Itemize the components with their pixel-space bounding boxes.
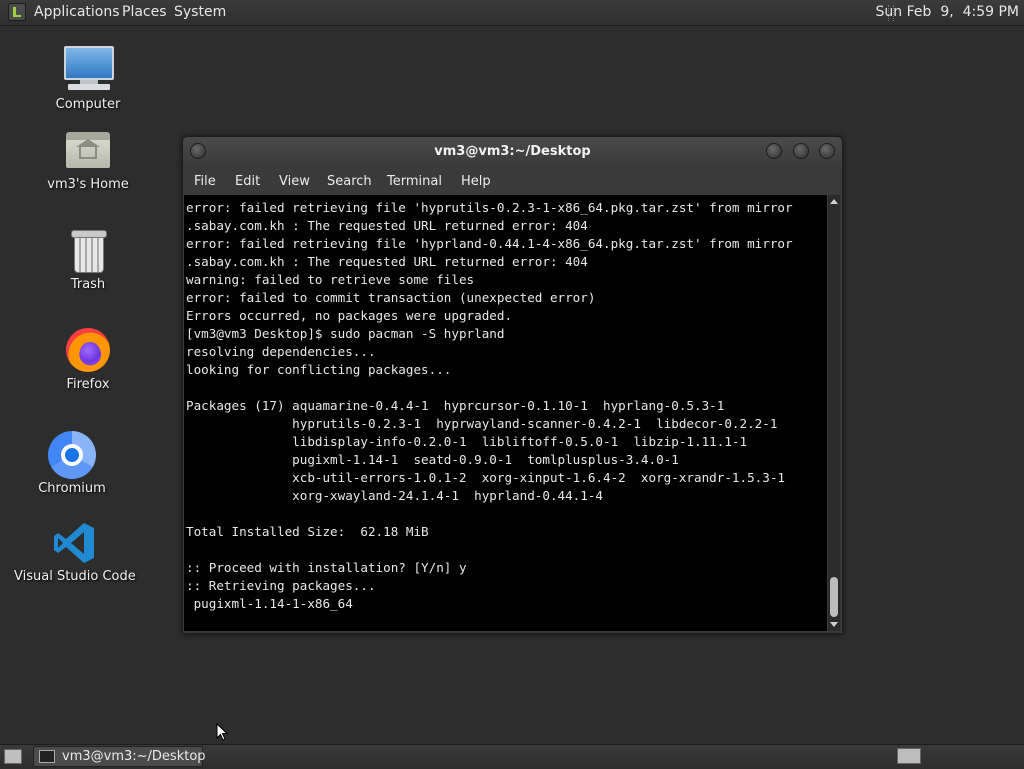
taskbar-window-button[interactable]: vm3@vm3:~/Desktop [33, 746, 206, 767]
terminal-line: error: failed retrieving file 'hyprutils… [186, 200, 793, 215]
menu-view[interactable]: View [279, 174, 310, 189]
terminal-icon [39, 750, 55, 763]
maximize-icon[interactable] [793, 143, 809, 159]
terminal-lines: error: failed retrieving file 'hyprutils… [184, 195, 827, 613]
terminal-menubar: File Edit View Search Terminal Help [183, 168, 842, 195]
taskbar-window-label: vm3@vm3:~/Desktop [62, 749, 206, 764]
terminal-line: resolving dependencies... [186, 344, 376, 359]
desktop-icon-label: vm3's Home [47, 177, 129, 192]
show-desktop-icon[interactable] [4, 749, 22, 764]
places-menu[interactable]: Places [122, 4, 167, 21]
trash-icon [69, 230, 107, 274]
workspace-switcher[interactable] [897, 748, 921, 764]
window-titlebar[interactable]: vm3@vm3:~/Desktop [183, 137, 842, 167]
chromium-icon [48, 431, 96, 479]
menu-help[interactable]: Help [461, 174, 491, 189]
terminal-line: xorg-xwayland-24.1.4-1 hyprland-0.44.1-4 [186, 488, 604, 503]
home-folder-icon [66, 130, 110, 170]
terminal-line: looking for conflicting packages... [186, 362, 452, 377]
terminal-line: Packages (17) aquamarine-0.4.4-1 hyprcur… [186, 398, 725, 413]
terminal-line: .sabay.com.kh : The requested URL return… [186, 254, 588, 269]
desktop-icon-label: Chromium [38, 481, 106, 496]
terminal-window[interactable]: vm3@vm3:~/Desktop File Edit View Search … [182, 136, 843, 634]
terminal-line: hyprutils-0.2.3-1 hyprwayland-scanner-0.… [186, 416, 778, 431]
clock[interactable]: Sun Feb 9, 4:59 PM [876, 4, 1019, 21]
vscode-icon [52, 521, 96, 565]
menu-edit[interactable]: Edit [235, 174, 260, 189]
terminal-line: Total Installed Size: 62.18 MiB [186, 524, 429, 539]
menu-file[interactable]: File [194, 174, 216, 189]
terminal-line: xcb-util-errors-1.0.1-2 xorg-xinput-1.6.… [186, 470, 785, 485]
window-title: vm3@vm3:~/Desktop [434, 144, 591, 159]
system-menu[interactable]: System [174, 4, 226, 21]
terminal-line: [vm3@vm3 Desktop]$ sudo pacman -S hyprla… [186, 326, 505, 341]
menu-search[interactable]: Search [327, 174, 372, 189]
terminal-line: pugixml-1.14-1 seatd-0.9.0-1 tomlplusplu… [186, 452, 679, 467]
applications-menu[interactable]: Applications [34, 4, 120, 21]
terminal-line: warning: failed to retrieve some files [186, 272, 475, 287]
minimize-icon[interactable] [766, 143, 782, 159]
menu-terminal[interactable]: Terminal [387, 174, 442, 189]
computer-icon [64, 46, 114, 92]
terminal-line: error: failed retrieving file 'hyprland-… [186, 236, 793, 251]
terminal-scrollbar[interactable] [828, 195, 840, 631]
scroll-up-icon[interactable] [830, 199, 838, 204]
top-panel: Applications Places System Sun Feb 9, 4:… [0, 0, 1024, 26]
desktop-icon-label: Computer [55, 97, 121, 112]
desktop: Applications Places System Sun Feb 9, 4:… [0, 0, 1024, 769]
terminal-line: error: failed to commit transaction (une… [186, 290, 596, 305]
applications-menu-icon[interactable] [8, 3, 26, 21]
terminal-output[interactable]: error: failed retrieving file 'hyprutils… [184, 195, 827, 631]
terminal-line: :: Retrieving packages... [186, 578, 376, 593]
mouse-cursor-icon [216, 723, 228, 741]
terminal-line: pugixml-1.14-1-x86_64 [186, 596, 353, 611]
desktop-icon-label: Trash [70, 277, 106, 292]
firefox-icon [66, 328, 110, 372]
scroll-down-icon[interactable] [830, 622, 838, 627]
close-icon[interactable] [819, 143, 835, 159]
bottom-panel: vm3@vm3:~/Desktop [0, 744, 1024, 769]
desktop-icon-label: Firefox [66, 377, 110, 392]
terminal-line: Errors occurred, no packages were upgrad… [186, 308, 513, 323]
scroll-thumb[interactable] [830, 577, 838, 617]
desktop-icon-label: Visual Studio Code [14, 569, 136, 584]
terminal-line: libdisplay-info-0.2.0-1 libliftoff-0.5.0… [186, 434, 748, 449]
terminal-line: .sabay.com.kh : The requested URL return… [186, 218, 588, 233]
terminal-line: :: Proceed with installation? [Y/n] y [186, 560, 467, 575]
